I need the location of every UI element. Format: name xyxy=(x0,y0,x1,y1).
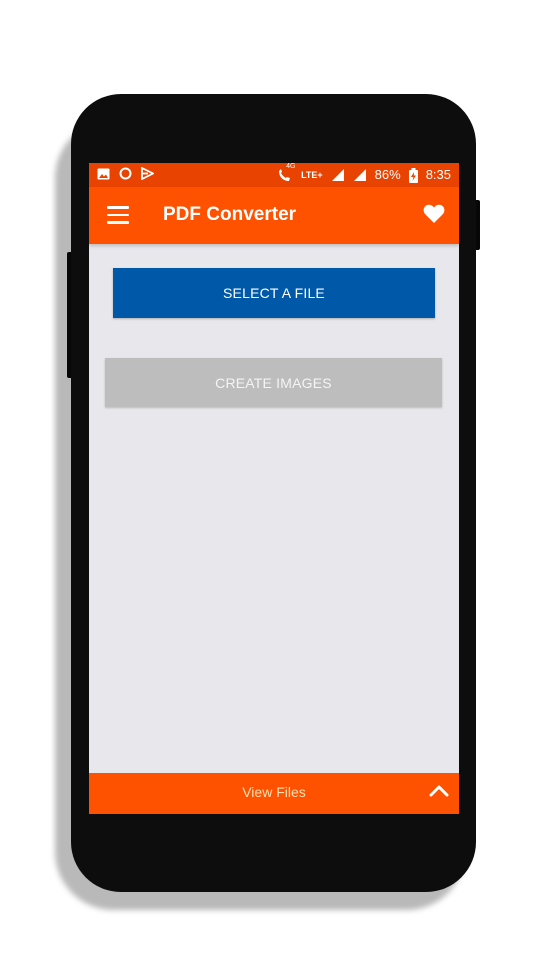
network-label: LTE+ xyxy=(301,170,323,180)
phone-screen: 4G LTE+ 86% 8:35 PDF Converter SELECT A … xyxy=(89,163,459,814)
app-bar: PDF Converter xyxy=(89,187,459,244)
status-bar: 4G LTE+ 86% 8:35 xyxy=(89,163,459,187)
app-title: PDF Converter xyxy=(163,204,297,225)
circle-icon xyxy=(119,167,132,180)
phone-wifi-icon: 4G xyxy=(277,163,295,182)
signal-icon-2 xyxy=(353,168,367,182)
heart-icon[interactable] xyxy=(423,204,445,224)
view-files-bar[interactable]: View Files xyxy=(89,773,459,814)
notification-icon xyxy=(141,167,154,180)
status-notifications xyxy=(97,167,154,180)
view-files-label: View Files xyxy=(242,784,306,800)
create-images-button: CREATE IMAGES xyxy=(105,358,442,407)
signal-icon xyxy=(331,168,345,182)
chevron-up-icon[interactable] xyxy=(429,783,449,797)
image-icon xyxy=(97,168,110,180)
select-file-button[interactable]: SELECT A FILE xyxy=(113,268,435,318)
hamburger-icon[interactable] xyxy=(107,206,129,224)
battery-percent: 86% xyxy=(374,167,401,182)
network-small-label: 4G xyxy=(286,163,296,170)
clock: 8:35 xyxy=(425,167,451,182)
status-system: 4G LTE+ 86% 8:35 xyxy=(277,163,451,184)
battery-charging-icon xyxy=(408,167,418,183)
